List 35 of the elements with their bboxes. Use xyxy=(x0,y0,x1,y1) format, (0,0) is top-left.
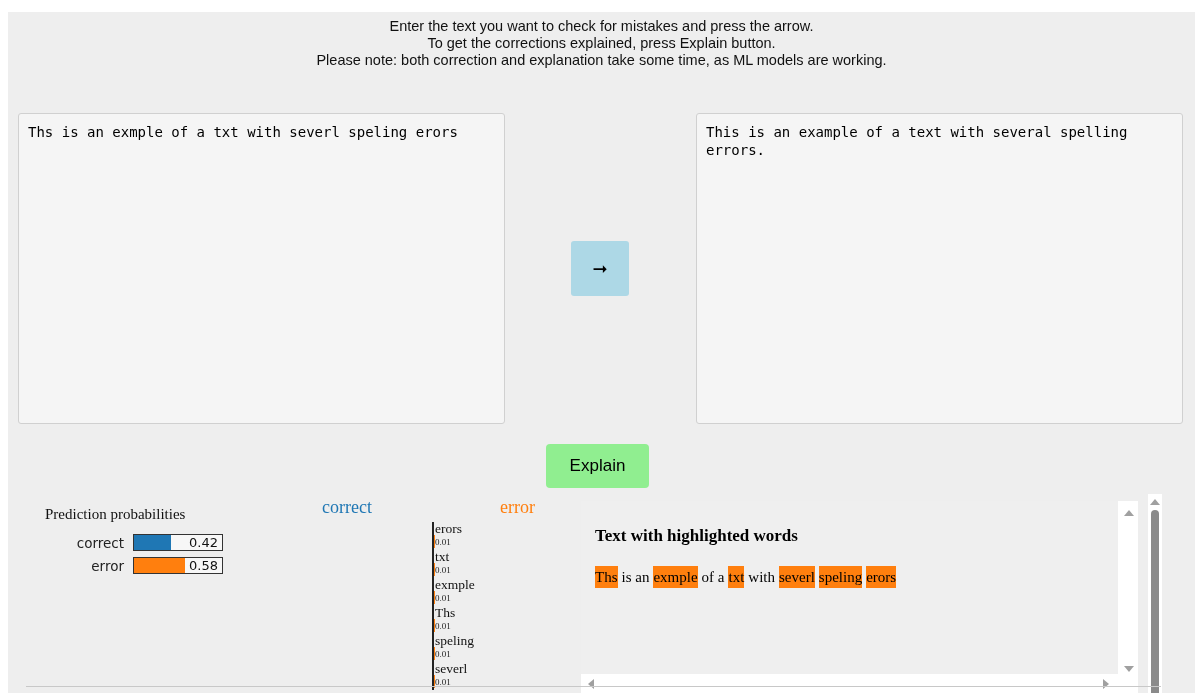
scroll-down-icon[interactable] xyxy=(1123,665,1135,673)
scrollbar-thumb[interactable] xyxy=(1151,510,1159,693)
arrow-button[interactable]: ➞ xyxy=(571,241,629,296)
feature-weight: 0.01 xyxy=(435,592,452,605)
instruction-text: Enter the text you want to check for mistakes and press the arrow. xyxy=(389,18,814,35)
scroll-up-icon[interactable] xyxy=(1123,509,1135,517)
input-field[interactable]: Ths is an exmple of a txt with severl speling erors xyxy=(18,113,505,424)
instruction-text: Please note: both correction and explanation take some time, as ML models are working. xyxy=(316,52,887,69)
output-field[interactable]: This is an example of a text with several spelling errors. xyxy=(696,113,1183,424)
feature-weight: 0.01 xyxy=(435,564,452,577)
class-label: error xyxy=(90,556,125,576)
highlighted-text: Ths is an exmple of a txt with severl speling erors xyxy=(595,565,1104,588)
probability-value: 0.58 xyxy=(189,558,218,574)
feature-word: erors xyxy=(435,522,463,536)
feature-weight: 0.01 xyxy=(435,676,452,689)
scroll-left-icon[interactable] xyxy=(587,678,595,690)
class-label: correct xyxy=(75,533,125,553)
feature-weight: 0.01 xyxy=(435,648,452,661)
feature-weight: 0.01 xyxy=(435,536,452,549)
feature-weight: 0.01 xyxy=(435,620,452,633)
class-heading: error xyxy=(500,496,535,519)
scroll-up-icon[interactable] xyxy=(1149,498,1161,506)
feature-word: txt xyxy=(435,550,451,564)
scroll-right-icon[interactable] xyxy=(1102,678,1110,690)
feature-word: speling xyxy=(435,634,475,648)
probability-value: 0.42 xyxy=(189,535,218,551)
class-heading: correct xyxy=(322,496,372,519)
highlight-title: Text with highlighted words xyxy=(595,525,799,547)
chart-title: Prediction probabilities xyxy=(45,505,187,524)
feature-word: severl xyxy=(435,662,469,676)
instruction-text: To get the corrections explained, press Explain button. xyxy=(427,35,776,52)
page-scrollbar[interactable] xyxy=(1148,494,1162,693)
feature-word: Ths xyxy=(435,606,457,620)
feature-word: exmple xyxy=(435,578,475,592)
explain-button[interactable]: Explain xyxy=(546,444,649,488)
